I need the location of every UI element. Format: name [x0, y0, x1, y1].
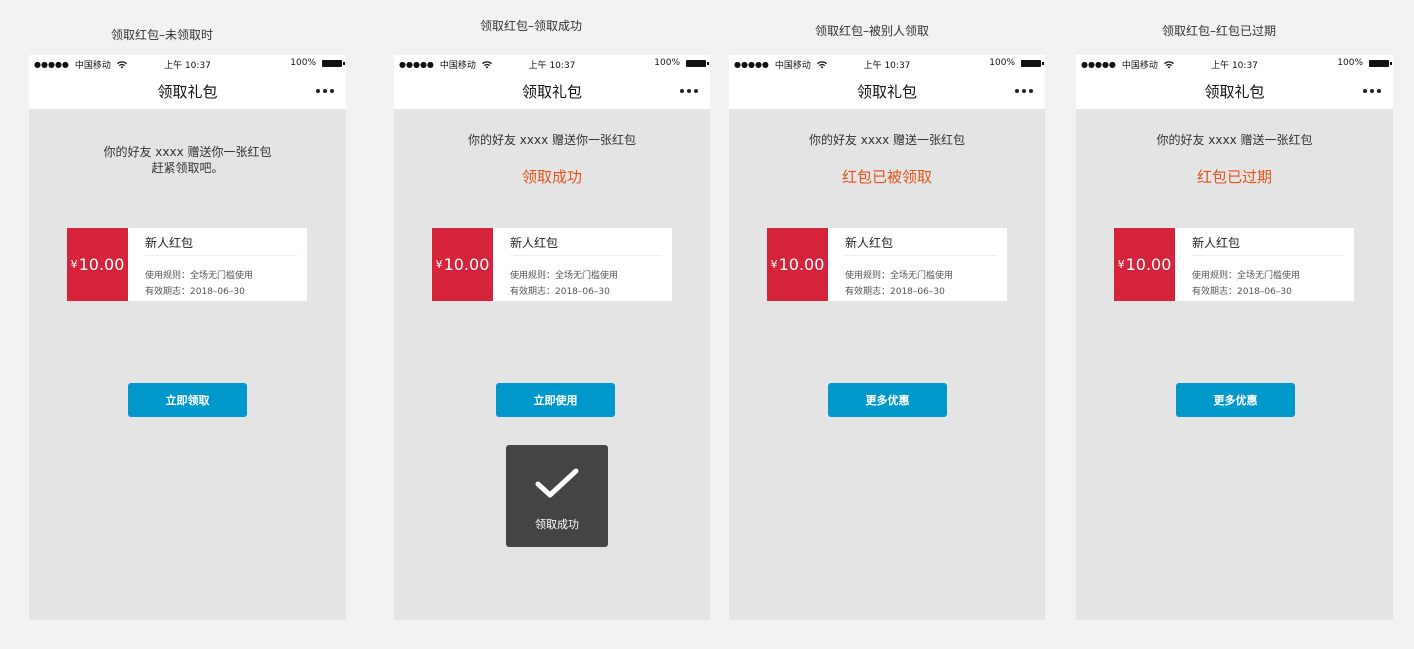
gift-message-line2: 赶紧领取吧。 — [151, 161, 224, 175]
coupon-rule: 使用规则：全场无门槛使用 — [510, 271, 619, 281]
coupon-value: 10.00 — [1125, 255, 1172, 274]
status-bar: ●●●●● 中国移动 上午 10:37 100% — [394, 55, 710, 73]
gift-message: 你的好友 xxxx 赠送一张红包 — [1076, 132, 1393, 148]
coupon-details: 新人红包 使用规则：全场无门槛使用 有效期志：2018–06–30 — [130, 228, 297, 301]
toast-text: 领取成功 — [535, 518, 579, 531]
page-title: 领取礼包 — [1204, 83, 1265, 101]
currency-symbol: ¥ — [1117, 258, 1125, 271]
coupon-divider — [510, 255, 662, 256]
gift-message-line1: 你的好友 xxxx 赠送你一张红包 — [103, 145, 272, 159]
coupon-divider — [1192, 255, 1344, 256]
coupon-rule: 使用规则：全场无门槛使用 — [145, 271, 254, 281]
nav-bar: 领取礼包 — [729, 73, 1045, 109]
checkmark-icon — [535, 468, 579, 498]
coupon-divider — [845, 255, 997, 256]
nav-bar: 领取礼包 — [394, 73, 710, 109]
screen-caption-unclaimed: 领取红包–未领取时 — [110, 28, 213, 42]
page-title: 领取礼包 — [856, 83, 917, 101]
gift-message-line1: 你的好友 xxxx 赠送你一张红包 — [467, 133, 637, 147]
gift-message: 你的好友 xxxx 赠送一张红包 — [729, 132, 1045, 148]
coupon-name: 新人红包 — [145, 236, 194, 250]
status-bar: ●●●●● 中国移动 上午 10:37 100% — [729, 55, 1045, 73]
nav-bar: 领取礼包 — [29, 73, 346, 109]
coupon-divider — [145, 255, 297, 256]
coupon-card: ¥10.00 新人红包 使用规则：全场无门槛使用 有效期志：2018–06–30 — [67, 228, 307, 301]
coupon-value: 10.00 — [78, 255, 125, 274]
gift-message: 你的好友 xxxx 赠送你一张红包 — [394, 132, 710, 148]
coupon-value: 10.00 — [443, 255, 490, 274]
currency-symbol: ¥ — [435, 258, 443, 271]
coupon-amount: ¥10.00 — [432, 228, 493, 301]
battery-percent: 100% — [1337, 58, 1363, 68]
coupon-amount: ¥10.00 — [67, 228, 128, 301]
coupon-valid-date: 有效期志：2018–06–30 — [845, 287, 945, 297]
coupon-name: 新人红包 — [1192, 236, 1241, 250]
currency-symbol: ¥ — [70, 258, 78, 271]
claim-status-text: 红包已过期 — [1196, 168, 1272, 186]
gift-message: 你的好友 xxxx 赠送你一张红包 赶紧领取吧。 — [29, 144, 346, 176]
screen-caption-taken: 领取红包–被别人领取 — [814, 24, 929, 38]
screen-caption-expired: 领取红包–红包已过期 — [1161, 24, 1276, 38]
coupon-card: ¥10.00 新人红包 使用规则：全场无门槛使用 有效期志：2018–06–30 — [432, 228, 672, 301]
battery-percent: 100% — [290, 58, 316, 68]
more-offers-button[interactable]: 更多优惠 — [1176, 383, 1295, 417]
battery-icon — [322, 59, 345, 67]
battery-icon — [1021, 59, 1044, 67]
coupon-card: ¥10.00 新人红包 使用规则：全场无门槛使用 有效期志：2018–06–30 — [767, 228, 1007, 301]
gift-message-line1: 你的好友 xxxx 赠送一张红包 — [1156, 133, 1313, 147]
claim-now-button[interactable]: 立即领取 — [128, 383, 247, 417]
coupon-details: 新人红包 使用规则：全场无门槛使用 有效期志：2018–06–30 — [830, 228, 997, 301]
status-bar: ●●●●● 中国移动 上午 10:37 100% — [29, 55, 346, 73]
phone-screen-claimed: ●●●●● 中国移动 上午 10:37 100% 领取礼包 你的好友 xxxx … — [394, 55, 710, 620]
more-dots-icon[interactable] — [1015, 89, 1033, 93]
success-toast: 领取成功 — [506, 445, 608, 547]
screen-caption-claimed: 领取红包–领取成功 — [479, 19, 582, 33]
coupon-card: ¥10.00 新人红包 使用规则：全场无门槛使用 有效期志：2018–06–30 — [1114, 228, 1354, 301]
coupon-rule: 使用规则：全场无门槛使用 — [1192, 271, 1301, 281]
coupon-name: 新人红包 — [510, 236, 559, 250]
coupon-valid-date: 有效期志：2018–06–30 — [145, 287, 245, 297]
more-dots-icon[interactable] — [1363, 89, 1381, 93]
coupon-value: 10.00 — [778, 255, 825, 274]
page-title: 领取礼包 — [521, 83, 582, 101]
coupon-amount: ¥10.00 — [767, 228, 828, 301]
battery-percent: 100% — [989, 58, 1015, 68]
gift-message-line1: 你的好友 xxxx 赠送一张红包 — [808, 133, 966, 147]
currency-symbol: ¥ — [770, 258, 778, 271]
phone-screen-expired: ●●●●● 中国移动 上午 10:37 100% 领取礼包 你的好友 xxxx … — [1076, 55, 1393, 620]
status-bar: ●●●●● 中国移动 上午 10:37 100% — [1076, 55, 1393, 73]
phone-screen-unclaimed: ●●●●● 中国移动 上午 10:37 100% 领取礼包 你的好友 xxxx … — [29, 55, 346, 620]
coupon-details: 新人红包 使用规则：全场无门槛使用 有效期志：2018–06–30 — [1177, 228, 1344, 301]
more-offers-button[interactable]: 更多优惠 — [828, 383, 947, 417]
page-title: 领取礼包 — [157, 83, 218, 101]
claim-status-text: 红包已被领取 — [841, 168, 932, 186]
coupon-details: 新人红包 使用规则：全场无门槛使用 有效期志：2018–06–30 — [495, 228, 662, 301]
phone-screen-taken: ●●●●● 中国移动 上午 10:37 100% 领取礼包 你的好友 xxxx … — [729, 55, 1045, 620]
coupon-name: 新人红包 — [845, 236, 894, 250]
coupon-rule: 使用规则：全场无门槛使用 — [845, 271, 954, 281]
battery-icon — [686, 59, 709, 67]
battery-icon — [1369, 59, 1392, 67]
nav-bar: 领取礼包 — [1076, 73, 1393, 109]
use-now-button[interactable]: 立即使用 — [496, 383, 615, 417]
more-dots-icon[interactable] — [316, 89, 334, 93]
coupon-valid-date: 有效期志：2018–06–30 — [1192, 287, 1292, 297]
claim-status-text: 领取成功 — [521, 168, 582, 186]
more-dots-icon[interactable] — [680, 89, 698, 93]
coupon-valid-date: 有效期志：2018–06–30 — [510, 287, 610, 297]
battery-percent: 100% — [654, 58, 680, 68]
coupon-amount: ¥10.00 — [1114, 228, 1175, 301]
